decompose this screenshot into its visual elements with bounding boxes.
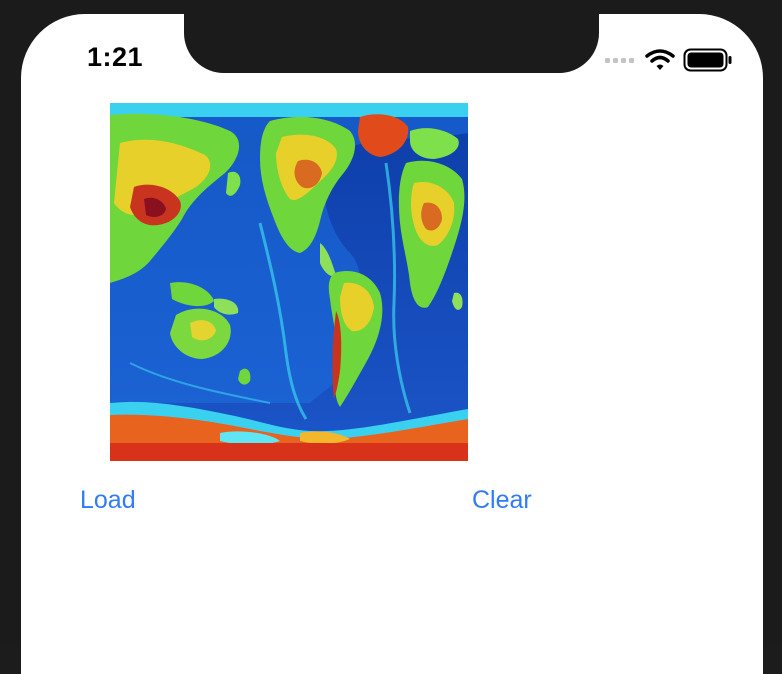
load-button[interactable]: Load: [80, 486, 136, 515]
app-screen: 1:21 Load Clear: [21, 14, 763, 674]
wifi-icon: [645, 49, 675, 70]
status-icons: [605, 48, 733, 72]
device-notch: [184, 14, 599, 73]
clear-button[interactable]: Clear: [472, 486, 532, 515]
status-time: 1:21: [87, 42, 144, 72]
battery-icon: [683, 48, 732, 72]
device-frame: 1:21 Load Clear: [0, 0, 782, 674]
world-topography-map-image: [110, 103, 468, 461]
signal-bars-icon: [605, 58, 634, 63]
